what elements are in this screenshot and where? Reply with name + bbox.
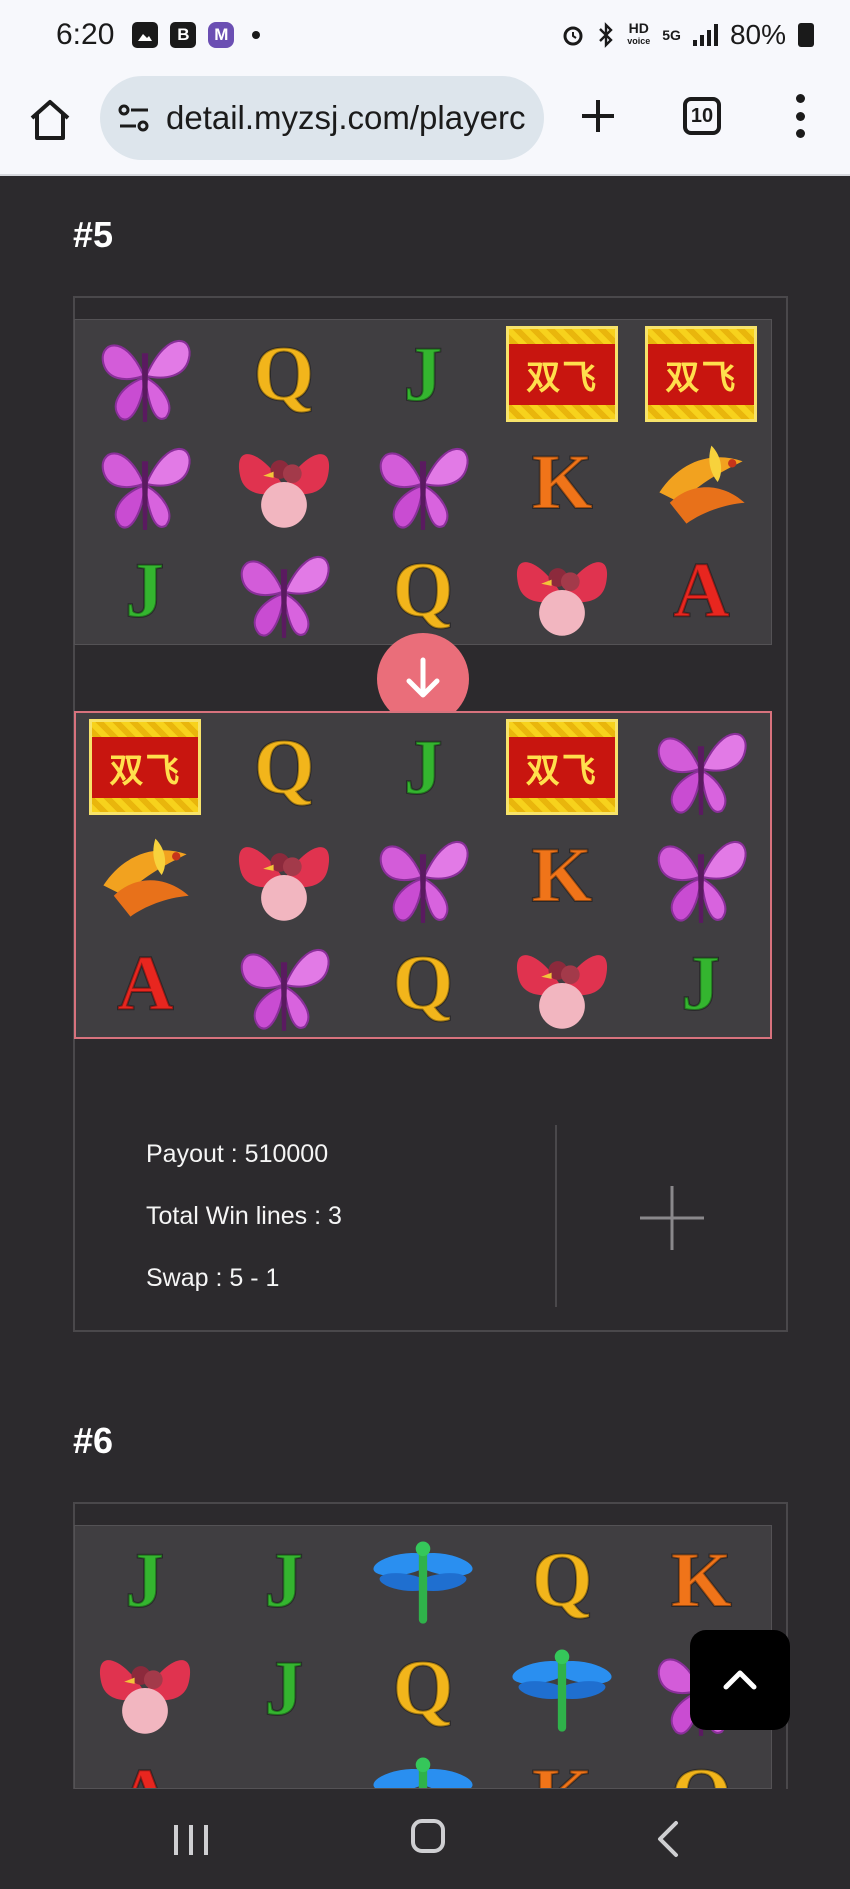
symbol-pheasant (215, 821, 354, 929)
signal-icon (692, 24, 718, 46)
symbol-butterfly (75, 320, 214, 428)
symbol-butterfly (631, 713, 770, 821)
hd-voice-icon: HD voice (627, 20, 651, 46)
symbol-peacock (214, 1742, 353, 1788)
symbol-dragonfly (353, 1742, 492, 1788)
symbol-wild: 双飞 (493, 320, 632, 428)
reel-grid-after-5: 双飞 Q J 双飞 K A Q J (74, 711, 772, 1039)
symbol-k: K (493, 1742, 632, 1789)
symbol-wild: 双飞 (76, 713, 215, 821)
alarm-icon (563, 26, 583, 46)
gallery-notification-icon (132, 22, 159, 48)
symbol-a: A (116, 939, 174, 1026)
symbol-pheasant (214, 428, 353, 536)
reel-grid-before-5: Q J 双飞 双飞 K J Q A (74, 319, 772, 645)
symbol-q: Q (253, 723, 316, 810)
status-bar: 6:20 B M HD voice 5G 80% (0, 0, 850, 70)
symbol-k: K (531, 438, 594, 525)
battery-percent: 80% (729, 19, 786, 50)
symbol-pheasant (492, 929, 631, 1037)
new-tab-button[interactable] (576, 94, 620, 138)
expand-plus-button[interactable] (638, 1184, 706, 1252)
system-nav-bar (0, 1789, 850, 1889)
browser-toolbar: detail.myzsj.com/playerc 10 (0, 70, 850, 176)
symbol-birds (632, 428, 771, 536)
symbol-q: Q (632, 1742, 771, 1789)
b-app-notification-icon: B (170, 22, 197, 48)
symbol-butterfly (215, 929, 354, 1037)
chevron-up-icon (723, 1670, 757, 1690)
result-heading-5: #5 (73, 214, 114, 255)
more-menu-button[interactable] (795, 94, 805, 138)
recent-apps-icon[interactable] (174, 1825, 208, 1855)
symbol-j: J (680, 939, 721, 1026)
m-app-notification-icon: M (208, 22, 235, 48)
back-icon[interactable] (650, 1819, 686, 1859)
symbol-q: Q (392, 546, 455, 633)
symbol-a: A (672, 546, 730, 633)
symbol-dragonfly (353, 1526, 492, 1634)
symbol-butterfly (353, 428, 492, 536)
symbol-pheasant (493, 536, 632, 644)
symbol-j: J (124, 546, 165, 633)
symbol-wild: 双飞 (632, 320, 771, 428)
site-info-icon[interactable] (116, 100, 152, 136)
status-time: 6:20 (56, 18, 115, 51)
5g-icon: 5G (662, 26, 681, 43)
symbol-k: K (530, 831, 593, 918)
symbol-j: J (263, 1536, 304, 1623)
win-lines-text: Total Win lines : 3 (146, 1202, 342, 1230)
url-text: detail.myzsj.com/playerc (166, 99, 526, 136)
tab-switcher-button[interactable]: 10 (683, 97, 721, 135)
symbol-q: Q (531, 1536, 594, 1623)
bluetooth-icon (599, 22, 613, 48)
symbol-dragonfly (493, 1634, 632, 1742)
symbol-k: K (670, 1536, 733, 1623)
symbol-butterfly (631, 821, 770, 929)
payout-text: Payout : 510000 (146, 1140, 329, 1168)
symbol-wild: 双飞 (492, 713, 631, 821)
swap-text: Swap : 5 - 1 (146, 1264, 280, 1292)
symbol-q: Q (392, 1644, 455, 1731)
symbol-birds (76, 821, 215, 929)
symbol-j: J (124, 1536, 165, 1623)
reel-grid-before-6: J J Q K J Q A K Q (74, 1525, 772, 1789)
symbol-j: J (402, 723, 443, 810)
symbol-q: Q (392, 939, 455, 1026)
battery-icon (798, 23, 814, 47)
symbol-pheasant (75, 1634, 214, 1742)
summary-divider (555, 1125, 557, 1307)
symbol-butterfly (214, 536, 353, 644)
home-icon[interactable] (26, 96, 74, 144)
scroll-to-top-button[interactable] (690, 1630, 790, 1730)
symbol-q: Q (252, 330, 315, 417)
more-notifications-dot (252, 31, 261, 39)
arrow-down-icon (406, 657, 440, 698)
address-bar[interactable]: detail.myzsj.com/playerc (100, 76, 544, 160)
symbol-a: A (75, 1742, 214, 1789)
symbol-j: J (402, 330, 443, 417)
symbol-butterfly (75, 428, 214, 536)
nav-home-icon[interactable] (411, 1819, 445, 1853)
symbol-j: J (263, 1644, 304, 1731)
result-heading-6: #6 (73, 1420, 114, 1461)
symbol-butterfly (354, 821, 493, 929)
result-summary-5: Payout : 510000 Total Win lines : 3 Swap… (146, 1139, 342, 1325)
